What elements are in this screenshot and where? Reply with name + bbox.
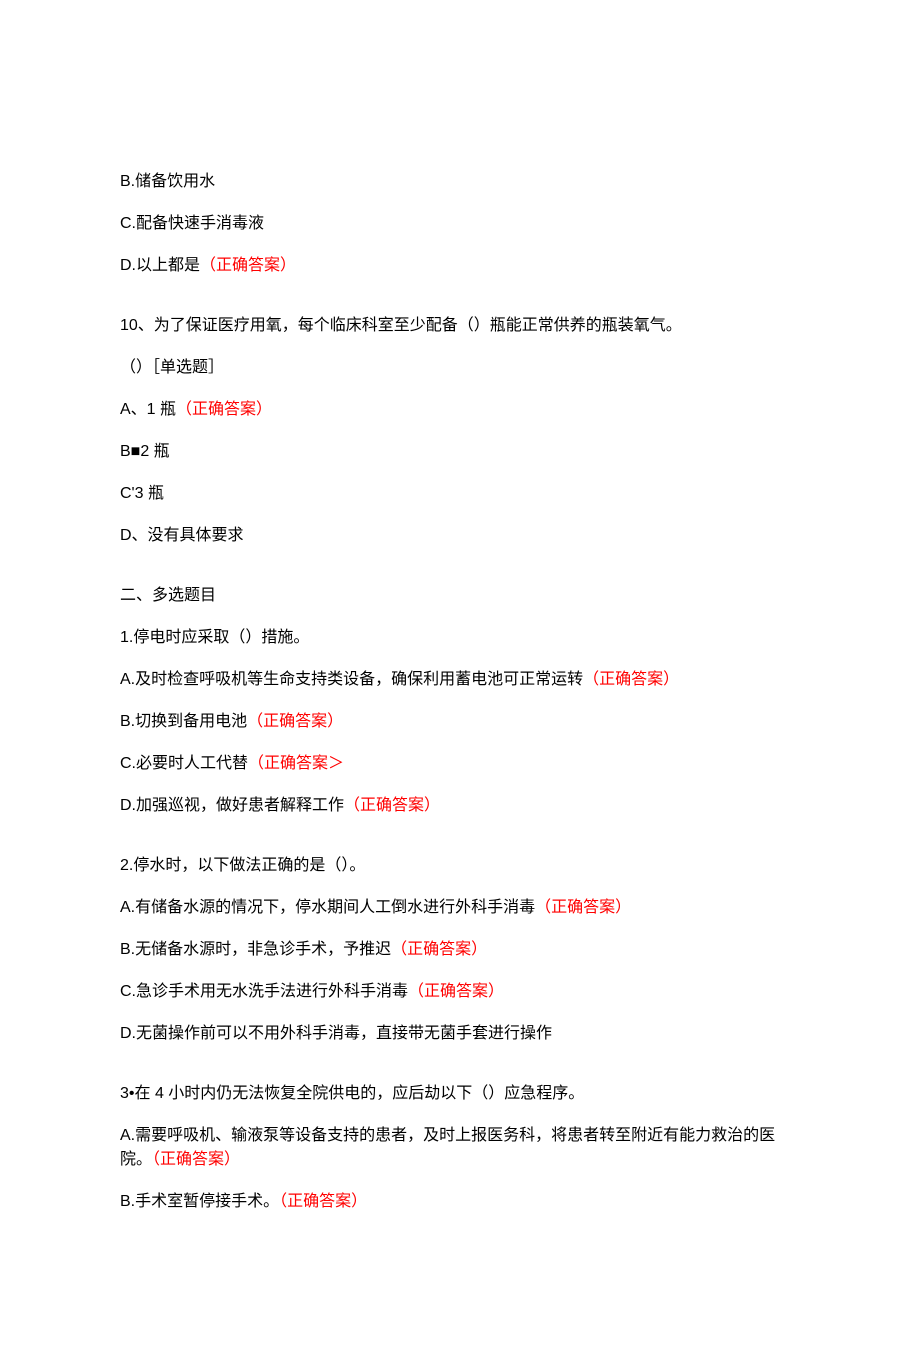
- m2-option-c-text: C.急诊手术用无水洗手法进行外科手消毒: [120, 983, 408, 1000]
- m1-option-b: B.切换到备用电池（正确答案）: [120, 710, 800, 734]
- m2-option-c: C.急诊手术用无水洗手法进行外科手消毒（正确答案）: [120, 980, 800, 1004]
- q10-stem-line1: 10、为了保证医疗用氧，每个临床科室至少配备（）瓶能正常供养的瓶装氧气。: [120, 314, 800, 338]
- correct-answer-label: （正确答案）: [176, 401, 272, 418]
- document-page: B.储备饮用水 C.配备快速手消毒液 D.以上都是（正确答案） 10、为了保证医…: [0, 0, 920, 1352]
- correct-answer-label: （正确答案）: [535, 899, 631, 916]
- m2-stem: 2.停水时，以下做法正确的是（）。: [120, 854, 800, 878]
- option-d-text: D.以上都是: [120, 257, 200, 274]
- m1-option-d-text: D.加强巡视，做好患者解释工作: [120, 797, 344, 814]
- correct-answer-label: （正确答案）: [583, 671, 679, 688]
- q10-option-a: A、1 瓶（正确答案）: [120, 398, 800, 422]
- section-2-title: 二、多选题目: [120, 584, 800, 608]
- m3-option-b-text: B.手术室暂停接手术。: [120, 1193, 279, 1210]
- q10-option-a-text: A、1 瓶: [120, 401, 176, 418]
- m1-option-c-text: C.必要时人工代替: [120, 755, 248, 772]
- correct-answer-label-alt: （正确答案＞: [248, 755, 344, 772]
- m3-stem: 3•在 4 小时内仍无法恢复全院供电的，应后劫以下（）应急程序。: [120, 1082, 800, 1106]
- correct-answer-label: （正确答案）: [279, 1193, 367, 1210]
- m2-option-d: D.无菌操作前可以不用外科手消毒，直接带无菌手套进行操作: [120, 1022, 800, 1046]
- m2-option-a-text: A.有储备水源的情况下，停水期间人工倒水进行外科手消毒: [120, 899, 535, 916]
- m2-option-a: A.有储备水源的情况下，停水期间人工倒水进行外科手消毒（正确答案）: [120, 896, 800, 920]
- m1-option-c: C.必要时人工代替（正确答案＞: [120, 752, 800, 776]
- m2-option-b-text: B.无储备水源时，非急诊手术，予推迟: [120, 941, 391, 958]
- option-b: B.储备饮用水: [120, 170, 800, 194]
- m3-option-a: A.需要呼吸机、输液泵等设备支持的患者，及时上报医务科，将患者转至附近有能力救治…: [120, 1124, 800, 1172]
- q10-option-d: D、没有具体要求: [120, 524, 800, 548]
- q10-option-c: C'3 瓶: [120, 482, 800, 506]
- m1-option-a-text: A.及时检查呼吸机等生命支持类设备，确保利用蓄电池可正常运转: [120, 671, 583, 688]
- m1-option-b-text: B.切换到备用电池: [120, 713, 247, 730]
- q10-stem-line2: （）［单选题］: [120, 356, 800, 380]
- correct-answer-label: （正确答案）: [152, 1151, 240, 1168]
- m1-option-d: D.加强巡视，做好患者解释工作（正确答案）: [120, 794, 800, 818]
- m3-option-b: B.手术室暂停接手术。（正确答案）: [120, 1190, 800, 1214]
- option-c: C.配备快速手消毒液: [120, 212, 800, 236]
- m1-stem: 1.停电时应采取（）措施。: [120, 626, 800, 650]
- m2-option-b: B.无储备水源时，非急诊手术，予推迟（正确答案）: [120, 938, 800, 962]
- correct-answer-label: （正确答案）: [344, 797, 440, 814]
- correct-answer-label: （正确答案）: [408, 983, 504, 1000]
- q10-option-b: B■2 瓶: [120, 440, 800, 464]
- option-d: D.以上都是（正确答案）: [120, 254, 800, 278]
- correct-answer-label: （正确答案）: [200, 257, 296, 274]
- correct-answer-label: （正确答案）: [391, 941, 487, 958]
- correct-answer-label: （正确答案）: [247, 713, 343, 730]
- m1-option-a: A.及时检查呼吸机等生命支持类设备，确保利用蓄电池可正常运转（正确答案）: [120, 668, 800, 692]
